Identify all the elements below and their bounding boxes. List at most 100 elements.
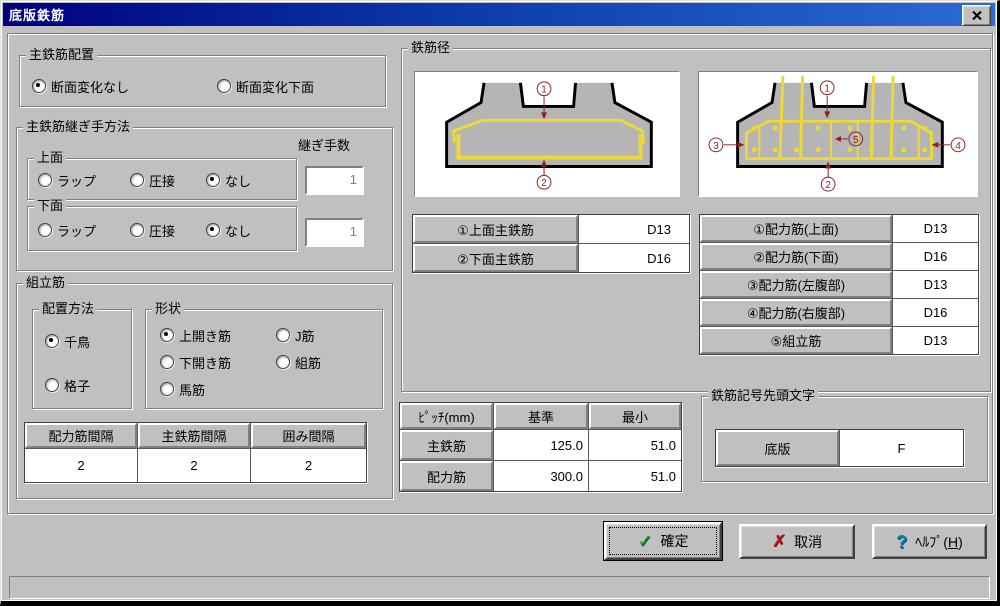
group-assembly-rebar: 組立筋 配置方法 千鳥 格子 形状 上開き筋 J筋 下開き筋 組筋 馬筋 配力筋… [16,275,393,499]
fieldset-arrangement-method: 配置方法 千鳥 格子 [32,301,132,409]
help-button-label: ﾍﾙﾌﾟ(H) [915,533,963,550]
table-value-cell[interactable]: D13 [893,327,978,354]
table-header-cell: ①配力筋(上面) [700,215,892,242]
dialog-window: 底版鉄筋 主鉄筋配置 断面変化なし 断面変化下面 主鉄筋継ぎ手方法 継ぎ手数 上… [0,0,1000,606]
cancel-button[interactable]: ✗ 取消 [739,524,855,559]
table-value-cell[interactable]: 51.0 [589,461,681,491]
radio-staggered[interactable]: 千鳥 [45,334,91,350]
radio-grid[interactable]: 格子 [45,378,90,394]
joint-count-label: 継ぎ手数 [298,138,351,153]
prefix-value-cell[interactable]: F [840,430,963,466]
radio-uma-bar[interactable]: 馬筋 [160,382,206,398]
footing-diagram-distribution-rebar: 1 2 3 4 5 [698,71,978,197]
radio-lap-bottom[interactable]: ラップ [38,223,97,239]
titlebar[interactable]: 底版鉄筋 [3,3,995,26]
pitch-table: ﾋﾟｯﾁ(mm) 基準 最小 主鉄筋 125.0 51.0 配力筋 300.0 … [399,402,682,492]
radio-label: 千鳥 [64,334,91,350]
radio-kumi-bar[interactable]: 組筋 [276,355,322,371]
radio-icon [160,355,174,369]
table-header-cell: 基準 [494,403,588,429]
prefix-table: 底版 F [715,429,964,467]
group-title: 主鉄筋配置 [26,47,98,62]
radio-label: なし [225,223,252,239]
group-rebar-diameter: 鉄筋径 1 2 1 2 3 4 5 ①上面主鉄筋 D13 ②下面主鉄筋 D16 … [401,40,991,392]
table-value-cell[interactable]: 2 [25,449,137,482]
table-header-cell: 主鉄筋間隔 [138,423,250,448]
radio-icon [160,328,174,342]
ok-button[interactable]: ✓ 確定 [603,521,723,561]
radio-icon [217,79,231,93]
radio-no-section-change[interactable]: 断面変化なし [32,79,129,95]
radio-label: なし [225,173,252,189]
group-title: 形状 [152,301,185,316]
radio-icon [276,355,290,369]
table-value-cell[interactable]: 2 [251,449,366,482]
fieldset-top-face: 上面 ラップ 圧接 なし [27,150,297,200]
table-value-cell[interactable]: D13 [893,271,978,298]
radio-label: 断面変化下面 [236,79,315,95]
radio-label: 馬筋 [179,382,206,398]
table-header-cell: 配力筋間隔 [25,423,137,448]
table-value-cell[interactable]: 125.0 [494,430,588,460]
group-title: 配置方法 [39,301,98,316]
input-joint-count-bottom[interactable]: 1 [305,218,364,247]
table-value-cell[interactable]: 51.0 [589,430,681,460]
radio-top-open-bar[interactable]: 上開き筋 [160,328,231,344]
radio-label: 組筋 [295,355,322,371]
table-value-cell[interactable]: 300.0 [494,461,588,491]
table-value-cell[interactable]: D13 [893,215,978,242]
spacing-table: 配力筋間隔 主鉄筋間隔 囲み間隔 2 2 2 [24,422,367,483]
main-rebar-diameter-table: ①上面主鉄筋 D13 ②下面主鉄筋 D16 [412,214,690,273]
table-row-label-cell: 主鉄筋 [400,430,493,460]
close-button[interactable] [962,5,991,26]
group-symbol-prefix: 鉄筋記号先頭文字 底版 F [701,388,988,482]
radio-lap-top[interactable]: ラップ [38,173,96,189]
radio-icon [206,223,220,237]
footing-cross-section-drawing: 1 2 [445,81,653,190]
group-joint-method: 主鉄筋継ぎ手方法 継ぎ手数 上面 ラップ 圧接 なし 1 下面 ラップ 圧接 な… [16,119,393,271]
radio-icon [130,173,144,187]
table-value-cell[interactable]: 2 [138,449,250,482]
radio-section-change-bottom[interactable]: 断面変化下面 [217,79,315,95]
ok-button-label: 確定 [660,533,689,549]
table-header-cell: ③配力筋(左腹部) [700,271,892,298]
group-title: 鉄筋径 [408,40,454,55]
radio-bottom-open-bar[interactable]: 下開き筋 [160,355,231,371]
table-header-cell: ⑤組立筋 [700,327,892,354]
distribution-rebar-diameter-table: ①配力筋(上面) D13 ②配力筋(下面) D16 ③配力筋(左腹部) D13 … [699,214,979,355]
fieldset-shape: 形状 上開き筋 J筋 下開き筋 組筋 馬筋 [145,301,383,409]
table-header-cell: 囲み間隔 [251,423,366,448]
diagram-mark-2: 2 [541,178,546,189]
table-value-cell[interactable]: D16 [893,299,978,326]
table-value-cell[interactable]: D16 [893,243,978,270]
diagram-mark-1: 1 [541,85,546,96]
help-button[interactable]: ? ﾍﾙﾌﾟ(H) [872,524,987,559]
radio-j-bar[interactable]: J筋 [276,328,315,344]
x-icon: ✗ [771,532,787,551]
table-header-cell: ②配力筋(下面) [700,243,892,270]
radio-pressure-weld-bottom[interactable]: 圧接 [130,223,176,239]
radio-label: 圧接 [149,223,176,239]
radio-none-top[interactable]: なし [206,173,252,189]
footing-cross-section-drawing: 1 2 3 4 5 [708,75,966,192]
radio-label: ラップ [57,223,97,239]
input-joint-count-top[interactable]: 1 [305,166,364,195]
radio-label: J筋 [295,328,315,344]
table-value-cell[interactable]: D13 [579,215,689,243]
radio-none-bottom[interactable]: なし [206,223,252,239]
diagram-mark-4: 4 [955,141,961,152]
table-header-cell: ﾋﾟｯﾁ(mm) [400,403,493,429]
table-value-cell[interactable]: D16 [579,244,689,272]
radio-pressure-weld-top[interactable]: 圧接 [130,173,175,189]
cancel-button-label: 取消 [794,533,823,550]
radio-icon [276,328,290,342]
fieldset-bottom-face: 下面 ラップ 圧接 なし [27,198,297,251]
diagram-mark-2: 2 [825,180,830,191]
bottom-strip [9,576,990,599]
diagram-mark-3: 3 [713,141,719,152]
radio-icon [38,223,52,237]
diagram-mark-5: 5 [853,135,859,146]
radio-icon [32,79,46,93]
table-header-cell: ④配力筋(右腹部) [700,299,892,326]
radio-icon [206,173,220,187]
